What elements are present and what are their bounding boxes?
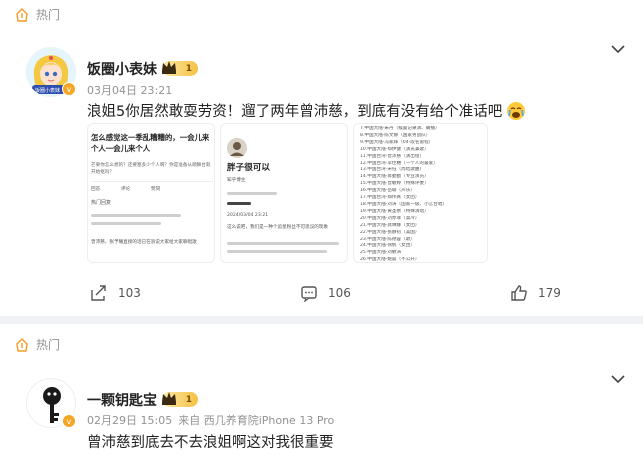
thumb3-list-line: 17.中国台湾-郑伟真（女团） bbox=[360, 195, 420, 201]
thumb3-list-line: 21.中国大陆-龚琳娜（女团） bbox=[360, 222, 420, 228]
comment-button[interactable]: 106 bbox=[300, 284, 351, 302]
level-badge: 1 bbox=[162, 392, 198, 407]
chevron-down-icon[interactable] bbox=[610, 44, 626, 54]
crying-emoji-icon bbox=[507, 101, 526, 120]
hot-thumb-icon bbox=[16, 337, 28, 352]
comment-icon bbox=[301, 286, 317, 302]
placeholder-line bbox=[227, 250, 327, 253]
hot-header: 热门 bbox=[14, 336, 60, 353]
thumb3-list-line: 13.中国台湾-宋钰（周结歌曲） bbox=[360, 167, 425, 173]
level-badge: 1 bbox=[162, 61, 198, 76]
thumb2-body: 这么说吧，我们是一种个追星粉丝不可思议的现象 bbox=[227, 225, 329, 230]
thumb2-subtitle: 知乎博主 bbox=[227, 178, 246, 183]
post-card-1: 热门 饭圈小表妹 v 饭圈小表妹 1 03月04日 23:21 浪姐5你居然敢耍… bbox=[0, 0, 643, 316]
svg-text:v: v bbox=[67, 417, 72, 426]
hot-label: 热门 bbox=[36, 8, 61, 22]
thumb3-list-line: 7.中国大陆-朱丹（候置记录演、确播） bbox=[360, 126, 440, 131]
placeholder-line bbox=[227, 202, 251, 205]
post-text: 曾沛慈到底去不去浪姐啊这对我很重要 bbox=[87, 435, 334, 451]
thumb3-list-line: 23.中国大陆-陈德容（歌） bbox=[360, 236, 415, 242]
thumb3-list-line: 11.中国台湾-曾沛慈（演出组） bbox=[360, 153, 425, 159]
image-thumbnail-1[interactable]: 怎么感觉这一季乱糟糟的，一会儿来个人一会儿来个人 芒果你怎么想的？还要塞多少个人… bbox=[87, 123, 215, 263]
crown-icon bbox=[162, 61, 176, 74]
divider bbox=[91, 181, 213, 182]
thumb3-list-line: 10.中国大陆-郑伊健（演员兼歌） bbox=[360, 146, 429, 152]
chevron-down-icon[interactable] bbox=[610, 374, 626, 384]
username[interactable]: 一颗钥匙宝 bbox=[87, 390, 157, 410]
placeholder-line bbox=[91, 214, 181, 217]
thumb3-list-line: 25.中国大陆-刘敏涛 bbox=[360, 250, 402, 256]
hot-header: 热门 bbox=[14, 6, 60, 23]
avatar-caption: 饭圈小表妹 bbox=[35, 88, 61, 94]
thumb2-date: 2024/03/04 23:21 bbox=[227, 213, 269, 218]
post-meta: 02月29日 15:05 来自 西几养育院iPhone 13 Pro bbox=[87, 412, 334, 428]
thumb1-tab-3: 赞同 bbox=[151, 187, 161, 192]
svg-text:v: v bbox=[67, 85, 72, 94]
verified-badge-icon: v bbox=[62, 414, 76, 428]
thumb3-list-line: 15.中国大陆-曾敏婷（特殊评委） bbox=[360, 181, 429, 187]
thumb3-list-line: 22.中国大陆-张静初（美国） bbox=[360, 229, 420, 235]
crown-icon bbox=[162, 392, 176, 405]
thumb3-list-line: 26.中国大陆-姚晨（不公开） bbox=[360, 257, 420, 263]
thumb1-tab-2: 评论 bbox=[121, 187, 131, 192]
hot-thumb-icon bbox=[16, 7, 28, 22]
share-button[interactable]: 103 bbox=[90, 284, 141, 302]
thumb3-list-line: 12.中国台湾-李佳穗（一个人的最爱） bbox=[360, 160, 438, 166]
thumb1-reply: 曾沛慈，张予曦直接的话已在浪说大家给大家聊唱歌 bbox=[91, 240, 197, 245]
thumb1-subtitle: 芒果你怎么想的？还要塞多少个人啊？你是准备从頭舞台就开始抠吗？ bbox=[91, 163, 211, 175]
thumb1-section: 热门回复 bbox=[91, 200, 112, 206]
thumb3-list-line: 14.中国大陆-蒋勤勤（专业演员） bbox=[360, 174, 429, 180]
like-count: 179 bbox=[538, 286, 561, 300]
image-thumbnail-2[interactable]: 胖子很可以 知乎博主 2024/03/04 23:21 这么说吧，我们是一种个追… bbox=[220, 123, 348, 263]
thumb3-list-line: 9.中国大陆-冯家辉（04-段名雷程） bbox=[360, 139, 434, 145]
thumb3-list-line: 16.中国大陆-岳瑜（声乐） bbox=[360, 188, 415, 194]
verified-badge-icon: v bbox=[62, 82, 76, 96]
post-text: 浪姐5你居然敢耍劳资！遛了两年曾沛慈，到底有没有给个准话吧 bbox=[87, 100, 526, 121]
like-button[interactable]: 179 bbox=[510, 284, 561, 302]
post-card-2: 热门 v 一颗钥匙宝 1 02月29日 15:05 来自 西几养育院iPhone… bbox=[0, 324, 643, 458]
thumb3-list-line: 8.中国大陆-陈文静（国家男战队） bbox=[360, 132, 431, 138]
thumb3-list: 7.中国大陆-朱丹（候置记录演、确播） 8.中国大陆-陈文静（国家男战队） 9.中国… bbox=[360, 126, 486, 263]
post-timestamp[interactable]: 03月04日 23:21 bbox=[87, 82, 172, 98]
thumb3-list-line: 18.中国大陆-刘涛（国家一级、小言合唱） bbox=[360, 201, 448, 207]
thumb2-name: 胖子很可以 bbox=[227, 163, 270, 173]
placeholder-line bbox=[227, 242, 339, 245]
post-text-content: 浪姐5你居然敢耍劳资！遛了两年曾沛慈，到底有没有给个准话吧 bbox=[87, 104, 503, 120]
username[interactable]: 饭圈小表妹 bbox=[87, 59, 157, 79]
thumb3-list-line: 24.中国大陆-徐帆（女团） bbox=[360, 243, 415, 249]
thumbs-up-icon bbox=[511, 285, 527, 301]
share-count: 103 bbox=[118, 286, 141, 300]
hot-label: 热门 bbox=[36, 338, 61, 352]
profile-avatar-icon bbox=[227, 138, 247, 158]
placeholder-line bbox=[227, 192, 277, 195]
thumb3-list-line: 20.中国大陆-刘亦菲（高冷） bbox=[360, 215, 420, 221]
post-timestamp[interactable]: 02月29日 15:05 bbox=[87, 412, 172, 428]
share-icon bbox=[91, 285, 106, 301]
image-thumbnail-3[interactable]: 7.中国大陆-朱丹（候置记录演、确播） 8.中国大陆-陈文静（国家男战队） 9.中国… bbox=[353, 123, 488, 263]
comment-count: 106 bbox=[328, 286, 351, 300]
placeholder-line bbox=[91, 222, 161, 225]
thumb1-tab-1: 回答 bbox=[91, 187, 101, 192]
thumb3-list-line: 19.中国大陆-黄圣依（特殊演唱） bbox=[360, 208, 429, 214]
thumb1-title: 怎么感觉这一季乱糟糟的，一会儿来个人一会儿来个人 bbox=[91, 133, 210, 153]
post-source: 来自 西几养育院iPhone 13 Pro bbox=[178, 414, 335, 427]
